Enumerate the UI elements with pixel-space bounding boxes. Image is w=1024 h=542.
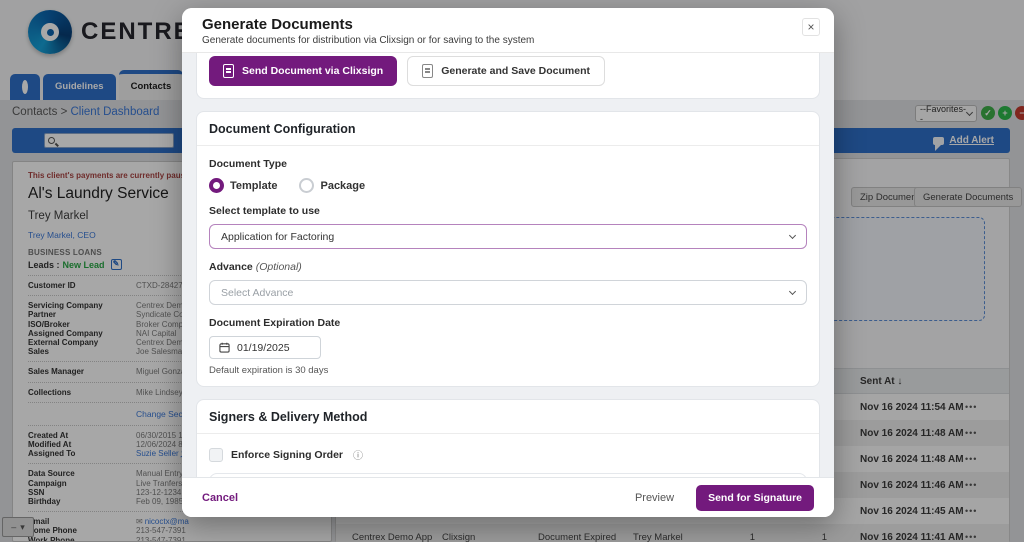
actions-section: Actions Send Document via Clixsign Gener…: [196, 53, 820, 99]
expiration-help-text: Default expiration is 30 days: [209, 365, 329, 376]
template-select-value: Application for Factoring: [221, 230, 335, 243]
generate-save-label: Generate and Save Document: [441, 65, 591, 77]
radio-package-label: Package: [320, 179, 366, 192]
section-title: Signers & Delivery Method: [197, 410, 819, 434]
advance-label-text: Advance: [209, 261, 253, 273]
expiration-date-label: Document Expiration Date: [209, 317, 341, 329]
modal-body: Actions Send Document via Clixsign Gener…: [182, 53, 834, 477]
expiration-date-input[interactable]: 01/19/2025: [209, 336, 321, 359]
preview-button[interactable]: Preview: [635, 492, 674, 504]
screen: CENTREX Guidelines Contacts Advances Lea…: [0, 0, 1024, 542]
advance-select-placeholder: Select Advance: [221, 286, 294, 299]
send-via-clixsign-label: Send Document via Clixsign: [242, 65, 384, 77]
document-icon: [422, 64, 434, 78]
expiration-date-value: 01/19/2025: [237, 341, 290, 354]
calendar-icon: [219, 342, 230, 353]
section-title: Document Configuration: [197, 122, 819, 146]
document-type-label: Document Type: [209, 158, 287, 170]
document-icon: [223, 64, 234, 78]
signers-section: Signers & Delivery Method Enforce Signin…: [196, 399, 820, 477]
chevron-down-icon: [788, 231, 797, 240]
enforce-signing-label: Enforce Signing Order: [231, 448, 344, 461]
advance-label: Advance (Optional): [209, 261, 807, 273]
radio-template[interactable]: Template: [209, 178, 277, 193]
info-icon[interactable]: ⓘ: [353, 447, 363, 462]
cancel-button[interactable]: Cancel: [202, 492, 238, 504]
modal-title: Generate Documents: [202, 16, 353, 33]
radio-selected-icon[interactable]: [209, 178, 224, 193]
document-type-radios: Template Package: [209, 178, 807, 193]
radio-package[interactable]: Package: [299, 178, 365, 193]
close-icon[interactable]: ×: [802, 18, 820, 36]
modal-header: Generate Documents Generate documents fo…: [182, 8, 834, 53]
generate-save-button[interactable]: Generate and Save Document: [407, 56, 606, 86]
advance-select[interactable]: Select Advance: [209, 280, 807, 305]
enforce-signing-order-row: Enforce Signing Order ⓘ: [209, 447, 807, 462]
advance-optional-text: (Optional): [255, 261, 302, 273]
enforce-signing-checkbox[interactable]: [209, 447, 223, 462]
send-for-signature-button[interactable]: Send for Signature: [696, 484, 814, 511]
template-select-label: Select template to use: [209, 205, 320, 217]
send-via-clixsign-button[interactable]: Send Document via Clixsign: [209, 56, 398, 86]
generate-documents-modal: Generate Documents Generate documents fo…: [182, 8, 834, 517]
template-select[interactable]: Application for Factoring: [209, 224, 807, 249]
radio-unselected-icon[interactable]: [299, 178, 315, 193]
actions-buttons: Send Document via Clixsign Generate and …: [209, 56, 807, 86]
modal-footer: Cancel Preview Send for Signature: [182, 477, 834, 517]
modal-subtitle: Generate documents for distribution via …: [202, 35, 535, 46]
chevron-down-icon: [788, 287, 797, 296]
document-configuration-section: Document Configuration Document Type Tem…: [196, 111, 820, 387]
radio-template-label: Template: [230, 179, 278, 192]
